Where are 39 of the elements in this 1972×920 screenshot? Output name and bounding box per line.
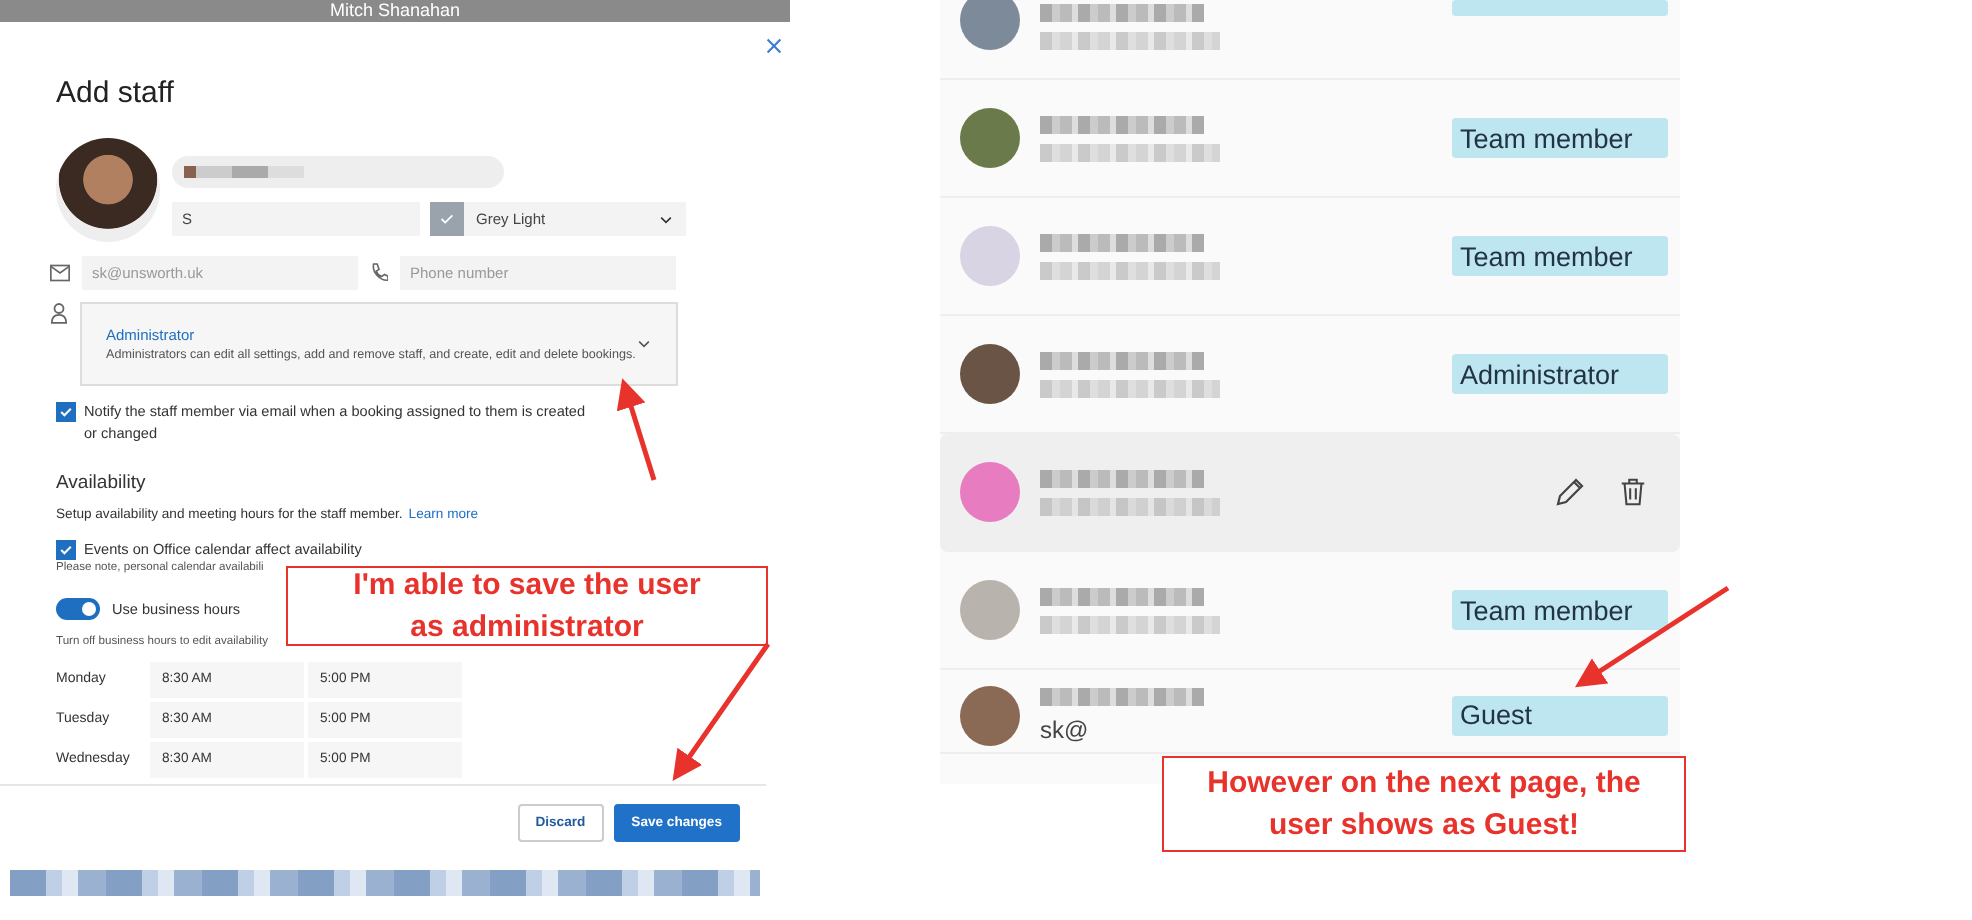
avatar[interactable] <box>56 138 160 242</box>
avatar <box>960 344 1020 404</box>
staff-email: sk@ <box>1040 715 1091 743</box>
chevron-icon <box>636 336 652 352</box>
avatar <box>960 0 1020 50</box>
arrow <box>616 378 657 481</box>
staff-row[interactable]: Administrator <box>940 316 1680 434</box>
role-badge: Team member <box>1452 118 1668 158</box>
notify-checkbox[interactable] <box>56 402 76 422</box>
staff-row[interactable] <box>940 0 1680 80</box>
avatar <box>960 685 1020 745</box>
avatar <box>960 580 1020 640</box>
avatar <box>960 226 1020 286</box>
edit-icon[interactable] <box>1554 476 1586 508</box>
staff-row[interactable]: Team member <box>940 198 1680 316</box>
staff-row[interactable]: sk@ Guest <box>940 670 1680 754</box>
staff-row[interactable]: Team member <box>940 80 1680 198</box>
role-badge: Team member <box>1452 236 1668 276</box>
annotation-box: However on the next page, the user shows as Guest! <box>1162 756 1686 852</box>
avatar <box>960 462 1020 522</box>
dialog-title: Add staff <box>56 76 174 110</box>
annotation-box: I'm able to save the user as administrator <box>286 566 768 646</box>
arrow <box>672 642 771 781</box>
person-icon <box>50 302 68 324</box>
role-badge: Team member <box>1452 590 1668 630</box>
header-text: Mitch Shanahan <box>329 0 461 22</box>
close-icon[interactable] <box>766 38 782 54</box>
delete-icon[interactable] <box>1618 476 1648 508</box>
chevron-icon <box>658 211 674 227</box>
business-hours-toggle[interactable] <box>56 597 100 620</box>
role-badge: Administrator <box>1452 354 1668 394</box>
availability-heading: Availability <box>56 472 148 495</box>
events-checkbox[interactable] <box>56 540 76 561</box>
staff-row[interactable]: Team member <box>940 552 1680 670</box>
avatar <box>960 108 1020 168</box>
phone-icon <box>370 262 388 284</box>
name-field[interactable] <box>172 156 504 188</box>
role-badge: Guest <box>1452 695 1668 735</box>
mail-icon <box>50 264 70 282</box>
